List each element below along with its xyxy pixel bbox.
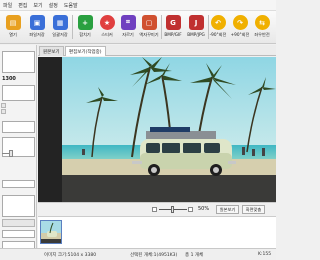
zoom-out-button[interactable] <box>152 207 157 212</box>
sticker-icon: ★ <box>99 15 115 30</box>
zoom-level: 50% <box>198 206 210 212</box>
toolbar: ▤ 열기 ▣ 파일저장 ▦ 일괄저장 + 합치기 ★ 스티커 ⌗ 자르기 ▢ 액… <box>0 11 276 44</box>
rotate-left-icon: ↶ <box>210 15 226 30</box>
open-label: 열기 <box>9 32 17 37</box>
flip-horizontal-label: 좌우반전 <box>254 32 270 37</box>
open-button[interactable]: ▤ 열기 <box>1 13 25 43</box>
thumbnail-strip <box>38 216 276 248</box>
tab-edit[interactable]: 편집보기(작업중) <box>65 46 106 56</box>
zoom-bar: 50% 원본보기 화면맞춤 <box>38 202 276 216</box>
frame-button[interactable]: ▢ 액자꾸미기 <box>137 13 161 43</box>
rotate-right-button[interactable]: ↷ +90°회전 <box>228 13 252 43</box>
photo-preview <box>62 57 276 202</box>
apply-button[interactable] <box>2 219 35 227</box>
save-button[interactable]: ▣ 파일저장 <box>25 13 49 43</box>
rotate-right-icon: ↷ <box>232 15 248 30</box>
spin-down-button[interactable] <box>1 109 6 114</box>
menu-view[interactable]: 보기 <box>33 2 42 9</box>
size-value: 1300 <box>2 76 16 82</box>
bmp-gif-button[interactable]: G BMP/GIF <box>161 13 185 43</box>
list-box[interactable] <box>2 195 35 217</box>
frame-icon: ▢ <box>141 15 157 30</box>
rotate-left-button[interactable]: ↶ -90°회전 <box>206 13 230 43</box>
thumbnail-item[interactable] <box>40 220 62 244</box>
save-label: 파일저장 <box>29 32 45 37</box>
tab-original[interactable]: 원본보기 <box>39 46 64 56</box>
bmp-jpg-label: BMP/JPG <box>187 32 205 37</box>
fit-screen-button[interactable]: 화면맞춤 <box>242 205 265 214</box>
menu-bar: 파일 편집 보기 설정 도움말 <box>0 0 276 11</box>
batch-save-icon: ▦ <box>52 15 68 30</box>
status-right: K:155 <box>258 252 272 257</box>
flip-horizontal-button[interactable]: ⇆ 좌우반전 <box>250 13 274 43</box>
menu-settings[interactable]: 설정 <box>49 2 58 9</box>
left-panel: 1300 <box>0 45 37 257</box>
preview-box <box>2 51 35 73</box>
bmp-gif-icon: G <box>165 15 181 30</box>
app-window: 파일 편집 보기 설정 도움말 ▤ 열기 ▣ 파일저장 ▦ 일괄저장 + 합치기… <box>0 0 276 260</box>
bmp-gif-label: BMP/GIF <box>164 32 182 37</box>
merge-icon: + <box>77 15 93 30</box>
menu-file[interactable]: 파일 <box>3 2 12 9</box>
folder-icon: ▤ <box>5 15 21 30</box>
crop-icon: ⌗ <box>120 15 136 30</box>
option-box <box>2 85 35 101</box>
slider-thumb[interactable] <box>9 150 13 157</box>
beach-van-photo <box>62 57 276 202</box>
thumbnail-image <box>41 221 61 243</box>
setting-list[interactable] <box>2 137 35 157</box>
dropdown-field[interactable] <box>2 180 35 188</box>
image-viewer[interactable] <box>38 57 276 202</box>
status-selection: 선택된 개체:1(4951K3) <box>130 253 178 258</box>
setting-field[interactable] <box>2 121 35 133</box>
menu-edit[interactable]: 편집 <box>18 2 27 9</box>
batch-save-label: 일괄저장 <box>52 32 68 37</box>
menu-help[interactable]: 도움말 <box>64 2 78 9</box>
sticker-label: 스티커 <box>101 32 113 37</box>
zoom-slider-thumb[interactable] <box>171 206 174 213</box>
flip-horizontal-icon: ⇆ <box>254 15 270 30</box>
merge-button[interactable]: + 합치기 <box>73 13 97 43</box>
save-icon: ▣ <box>29 15 45 30</box>
zoom-in-button[interactable] <box>188 207 193 212</box>
crop-label: 자르기 <box>122 32 134 37</box>
batch-save-button[interactable]: ▦ 일괄저장 <box>48 13 72 43</box>
bmp-jpg-button[interactable]: J BMP/JPG <box>184 13 208 43</box>
merge-label: 합치기 <box>79 32 91 37</box>
text-field[interactable] <box>2 230 35 238</box>
bmp-jpg-icon: J <box>188 15 204 30</box>
frame-label: 액자꾸미기 <box>139 32 159 37</box>
original-size-button[interactable]: 원본보기 <box>216 205 239 214</box>
rotate-right-label: +90°회전 <box>230 32 250 37</box>
status-count: 총 1 개체 <box>185 253 204 258</box>
spin-up-button[interactable] <box>1 103 6 108</box>
status-image-size: 이미지 크기:5104 x 3380 <box>44 253 97 258</box>
view-tabs: 원본보기 편집보기(작업중) <box>38 45 276 56</box>
status-bar: 이미지 크기:5104 x 3380 선택된 개체:1(4951K3) 총 1 … <box>0 248 276 260</box>
rotate-left-label: -90°회전 <box>209 32 227 37</box>
